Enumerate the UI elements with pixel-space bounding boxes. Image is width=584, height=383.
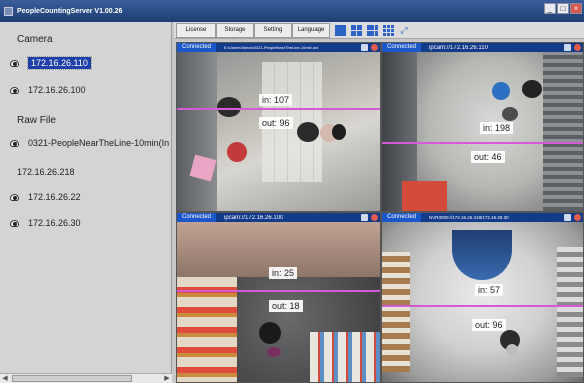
video-pane-2[interactable]: Connected ipcam://172.16.26.110 in: 198 … bbox=[381, 42, 584, 212]
nvr-group-heading[interactable]: 172.16.26.218 bbox=[17, 167, 75, 177]
close-button[interactable]: × bbox=[570, 3, 582, 14]
pane-header: Connected ipcam://172.16.26.110 bbox=[382, 43, 583, 52]
camera-item-172-16-26-100[interactable]: 172.16.26.100 bbox=[10, 85, 86, 95]
person-figure bbox=[217, 97, 241, 117]
camera-item-172-16-26-22[interactable]: 172.16.26.22 bbox=[10, 192, 81, 202]
camera-item-172-16-26-30[interactable]: 172.16.26.30 bbox=[10, 218, 81, 228]
sidebar-horizontal-scrollbar[interactable]: ◀ ▶ bbox=[0, 373, 172, 383]
minimize-button[interactable]: _ bbox=[544, 3, 556, 14]
person-figure bbox=[506, 344, 518, 356]
person-figure bbox=[522, 80, 542, 98]
dome-camera-icon bbox=[10, 219, 20, 227]
snapshot-icon[interactable] bbox=[361, 214, 368, 221]
camera-item-label: 172.16.26.22 bbox=[28, 192, 81, 202]
dome-camera-icon bbox=[10, 86, 20, 94]
fullscreen-icon[interactable]: ⤢ bbox=[399, 25, 409, 35]
person-figure bbox=[267, 347, 281, 357]
app-icon bbox=[4, 6, 13, 16]
record-icon[interactable] bbox=[574, 214, 581, 221]
layout-2x2-icon[interactable] bbox=[351, 24, 362, 36]
connection-status: Connected bbox=[177, 213, 217, 222]
scene-skylight bbox=[452, 230, 512, 280]
person-figure bbox=[227, 142, 247, 162]
video-pane-4[interactable]: Connected NVR3000://172.16.26.218/172.16… bbox=[381, 212, 584, 383]
camera-item-172-16-26-110[interactable]: 172.16.26.110 bbox=[10, 56, 92, 70]
in-counter: in: 57 bbox=[475, 284, 504, 296]
connection-status: Connected bbox=[382, 43, 422, 52]
camera-item-label: 172.16.26.30 bbox=[28, 218, 81, 228]
snapshot-icon[interactable] bbox=[564, 214, 571, 221]
camera-item-label: 172.16.26.110 bbox=[27, 56, 92, 70]
connection-status: Connected bbox=[177, 43, 217, 52]
dome-camera-icon bbox=[10, 59, 20, 67]
person-figure bbox=[502, 107, 518, 121]
scene-red-object bbox=[402, 181, 447, 211]
scene-shelf-right bbox=[557, 247, 583, 377]
scene-railing bbox=[543, 52, 583, 211]
scene-wall bbox=[177, 52, 217, 211]
video-pane-3[interactable]: Connected ipcam://172.16.26.100 in: 25 o… bbox=[176, 212, 381, 383]
stream-address: ipcam://172.16.26.110 bbox=[429, 44, 488, 51]
camera-section-heading: Camera bbox=[17, 34, 53, 45]
snapshot-icon[interactable] bbox=[564, 44, 571, 51]
out-counter: out: 46 bbox=[471, 151, 505, 163]
main-toolbar: License Storage Setting Language ⤢ bbox=[174, 22, 584, 39]
scene-shelf-left bbox=[177, 277, 237, 382]
pane-header: Connected NVR3000://172.16.26.218/172.16… bbox=[382, 213, 583, 222]
pane-header: Connected E:\Users\Videos\0321-PeopleNea… bbox=[177, 43, 380, 52]
connection-status: Connected bbox=[382, 213, 422, 222]
out-counter: out: 96 bbox=[472, 319, 506, 331]
dome-camera-icon bbox=[10, 139, 20, 147]
video-pane-1[interactable]: Connected E:\Users\Videos\0321-PeopleNea… bbox=[176, 42, 381, 212]
record-icon[interactable] bbox=[371, 214, 378, 221]
record-icon[interactable] bbox=[371, 44, 378, 51]
stream-address: ipcam://172.16.26.100 bbox=[224, 214, 284, 221]
out-counter: out: 96 bbox=[259, 117, 293, 129]
raw-file-section-heading: Raw File bbox=[17, 115, 56, 126]
scrollbar-thumb[interactable] bbox=[12, 375, 132, 382]
video-frame: in: 57 out: 96 bbox=[382, 222, 583, 382]
stream-address: NVR3000://172.16.26.218/172.16.26.30 bbox=[429, 215, 509, 220]
window-title-bar: PeopleCountingServer V1.00.26 _ □ × bbox=[0, 0, 584, 22]
scroll-right-icon[interactable]: ▶ bbox=[162, 374, 172, 383]
dome-camera-icon bbox=[10, 193, 20, 201]
maximize-button[interactable]: □ bbox=[557, 3, 569, 14]
stream-address: E:\Users\Videos\0321-PeopleNearTheLine-1… bbox=[224, 45, 319, 50]
camera-item-label: 172.16.26.100 bbox=[28, 85, 86, 95]
layout-4x4-icon[interactable] bbox=[383, 24, 394, 36]
storage-button[interactable]: Storage bbox=[216, 22, 254, 38]
person-figure bbox=[259, 322, 281, 344]
setting-button[interactable]: Setting bbox=[254, 22, 292, 38]
counting-line bbox=[177, 108, 380, 110]
raw-file-item[interactable]: 0321-PeopleNearTheLine-10min(In bbox=[10, 138, 169, 148]
counting-line bbox=[382, 142, 583, 144]
person-figure bbox=[492, 82, 510, 100]
device-tree-panel: Camera 172.16.26.110 172.16.26.100 Raw F… bbox=[0, 22, 172, 383]
person-figure bbox=[297, 122, 319, 142]
in-counter: in: 25 bbox=[269, 267, 298, 279]
out-counter: out: 18 bbox=[269, 300, 303, 312]
counting-line bbox=[177, 290, 380, 292]
scroll-left-icon[interactable]: ◀ bbox=[0, 374, 10, 383]
layout-3x3-icon[interactable] bbox=[367, 24, 378, 36]
scene-shelf-right bbox=[310, 332, 380, 382]
license-button[interactable]: License bbox=[176, 22, 216, 38]
window-title: PeopleCountingServer V1.00.26 bbox=[17, 7, 123, 15]
language-button[interactable]: Language bbox=[292, 22, 330, 38]
video-frame: in: 25 out: 18 bbox=[177, 222, 380, 382]
scene-shelf-left bbox=[382, 252, 410, 372]
record-icon[interactable] bbox=[574, 44, 581, 51]
video-frame: in: 198 out: 46 bbox=[382, 52, 583, 211]
snapshot-icon[interactable] bbox=[361, 44, 368, 51]
in-counter: in: 198 bbox=[480, 122, 514, 134]
counting-line bbox=[382, 305, 583, 307]
video-frame: in: 107 out: 96 bbox=[177, 52, 380, 211]
layout-1x1-icon[interactable] bbox=[335, 24, 346, 36]
person-figure bbox=[332, 124, 346, 140]
pane-header: Connected ipcam://172.16.26.100 bbox=[177, 213, 380, 222]
raw-file-item-label: 0321-PeopleNearTheLine-10min(In bbox=[28, 138, 170, 148]
in-counter: in: 107 bbox=[259, 94, 293, 106]
window-controls: _ □ × bbox=[544, 3, 582, 14]
